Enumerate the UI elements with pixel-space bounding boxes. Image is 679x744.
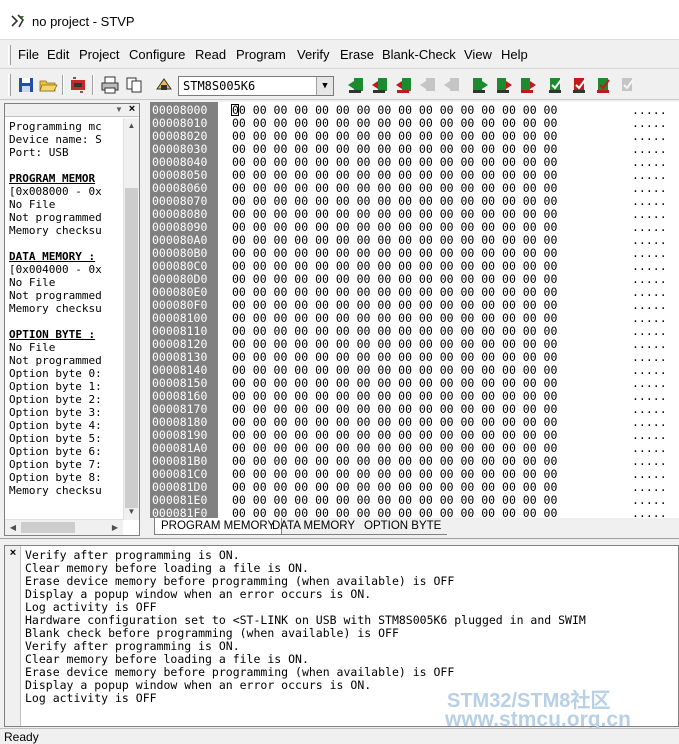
- memory-tabs: PROGRAM MEMORY DATA MEMORY OPTION BYTE: [150, 518, 679, 536]
- info-line: Device name: S: [9, 133, 102, 146]
- toolbar: [0, 70, 679, 100]
- info-section-heading: DATA MEMORY :: [9, 250, 96, 263]
- read-option-icon[interactable]: [394, 75, 414, 95]
- status-bar: Ready: [0, 728, 679, 744]
- print-icon[interactable]: [100, 75, 120, 95]
- info-vertical-scrollbar[interactable]: ▲ ▼: [123, 118, 139, 520]
- scroll-right-icon[interactable]: ▶: [107, 520, 123, 535]
- info-panel-header: ▼ ×: [5, 104, 139, 117]
- info-line: Option byte 4:: [9, 419, 102, 432]
- hex-address: 000081F0: [152, 506, 208, 519]
- info-line: Memory checksu: [9, 484, 102, 497]
- verify-disabled-icon: [622, 78, 634, 91]
- info-section-heading: PROGRAM MEMOR: [9, 172, 96, 185]
- watermark: STM32/STM8社区 www.stmcu.org.cn: [445, 684, 675, 734]
- hex-row[interactable]: 000081F0 00 00 00 00 00 00 00 00 00 00 00…: [150, 506, 679, 519]
- info-line: Option byte 8:: [9, 471, 102, 484]
- panel-splitter[interactable]: [0, 538, 679, 542]
- verify-option-icon[interactable]: [594, 75, 614, 95]
- info-horizontal-scrollbar[interactable]: ◀ ▶: [5, 519, 123, 535]
- info-line: Not programmed: [9, 289, 102, 302]
- hex-ascii: .....: [632, 506, 667, 519]
- status-text: Ready: [4, 730, 39, 744]
- log-line: Log activity is OFF: [25, 691, 157, 705]
- open-icon[interactable]: [38, 75, 58, 95]
- menu-help[interactable]: Help: [501, 47, 528, 62]
- tab-option-byte[interactable]: OPTION BYTE: [358, 518, 448, 535]
- info-line: [9, 159, 125, 172]
- menu-bar: File Edit Project Configure Read Program…: [0, 41, 679, 69]
- tab-program-memory[interactable]: PROGRAM MEMORY: [154, 518, 283, 535]
- info-line: [0x008000 - 0x: [9, 185, 102, 198]
- close-icon[interactable]: ×: [7, 548, 19, 560]
- info-line: Option byte 2:: [9, 393, 102, 406]
- hardware-config-icon[interactable]: [68, 75, 88, 95]
- log-panel-side: ×: [5, 546, 21, 726]
- info-line: No File: [9, 276, 56, 289]
- menu-read[interactable]: Read: [195, 47, 226, 62]
- toolbar-grip: [8, 74, 11, 96]
- toolbar-separator: [62, 75, 64, 95]
- menu-grip: [8, 45, 11, 65]
- info-line: Port: USB: [9, 146, 69, 159]
- chevron-down-icon[interactable]: ▼: [113, 104, 125, 116]
- hex-editor[interactable]: 00008000 00 00 00 00 00 00 00 00 00 00 00…: [150, 102, 679, 518]
- menu-blank-check[interactable]: Blank-Check: [382, 47, 456, 62]
- info-line: Not programmed: [9, 211, 102, 224]
- info-line: [0x004000 - 0x: [9, 263, 102, 276]
- menu-configure[interactable]: Configure: [129, 47, 185, 62]
- copy-icon[interactable]: [124, 75, 144, 95]
- read-tab-icon[interactable]: [370, 75, 390, 95]
- read-disabled-icon: [420, 78, 435, 91]
- menu-edit[interactable]: Edit: [47, 47, 69, 62]
- program-option-icon[interactable]: [518, 75, 538, 95]
- program-tab-icon[interactable]: [494, 75, 514, 95]
- scroll-up-icon[interactable]: ▲: [124, 118, 139, 134]
- info-panel: ▼ × Programming mc Device name: S Port: US…: [4, 103, 140, 536]
- info-section-heading: OPTION BYTE :: [9, 328, 96, 341]
- info-line: Option byte 6:: [9, 445, 102, 458]
- info-line: Memory checksu: [9, 224, 102, 237]
- info-line: [9, 237, 125, 250]
- info-line: Option byte 5:: [9, 432, 102, 445]
- info-line: Option byte 0:: [9, 367, 102, 380]
- device-select-value: STM8S005K6: [183, 79, 256, 93]
- menu-file[interactable]: File: [18, 47, 39, 62]
- scroll-down-icon[interactable]: ▼: [124, 504, 139, 520]
- info-line: No File: [9, 198, 56, 211]
- info-line: Option byte 7:: [9, 458, 102, 471]
- menu-erase[interactable]: Erase: [340, 47, 374, 62]
- read-disabled-icon: [444, 78, 459, 91]
- info-line: [9, 315, 125, 328]
- info-line: Memory checksu: [9, 302, 102, 315]
- menu-view[interactable]: View: [464, 47, 492, 62]
- device-config-icon[interactable]: [154, 75, 174, 95]
- close-icon[interactable]: ×: [126, 104, 138, 116]
- verify-tab-icon[interactable]: [570, 75, 590, 95]
- read-all-icon[interactable]: [346, 75, 366, 95]
- title-bar: no project - STVP: [0, 0, 679, 40]
- scroll-thumb[interactable]: [125, 188, 138, 508]
- app-icon: [11, 14, 24, 28]
- menu-verify[interactable]: Verify: [297, 47, 330, 62]
- device-select[interactable]: STM8S005K6 ▼: [178, 76, 334, 96]
- info-line: Option byte 1:: [9, 380, 102, 393]
- info-text: Programming mc Device name: S Port: USB PRO…: [9, 120, 125, 520]
- toolbar-separator: [92, 75, 94, 95]
- scroll-left-icon[interactable]: ◀: [5, 520, 21, 535]
- info-line: Option byte 3:: [9, 406, 102, 419]
- tab-data-memory[interactable]: DATA MEMORY: [266, 518, 362, 535]
- menu-program[interactable]: Program: [236, 47, 286, 62]
- scroll-thumb[interactable]: [21, 522, 75, 533]
- hex-bytes[interactable]: 00 00 00 00 00 00 00 00 00 00 00 00 00 0…: [232, 507, 557, 519]
- info-line: No File: [9, 341, 56, 354]
- chevron-down-icon[interactable]: ▼: [316, 77, 333, 95]
- info-line: Not programmed: [9, 354, 102, 367]
- save-icon[interactable]: [16, 75, 36, 95]
- info-line: Programming mc: [9, 120, 102, 133]
- program-all-icon[interactable]: [470, 75, 490, 95]
- window-title: no project - STVP: [32, 14, 135, 29]
- menu-project[interactable]: Project: [79, 47, 119, 62]
- verify-all-icon[interactable]: [546, 75, 566, 95]
